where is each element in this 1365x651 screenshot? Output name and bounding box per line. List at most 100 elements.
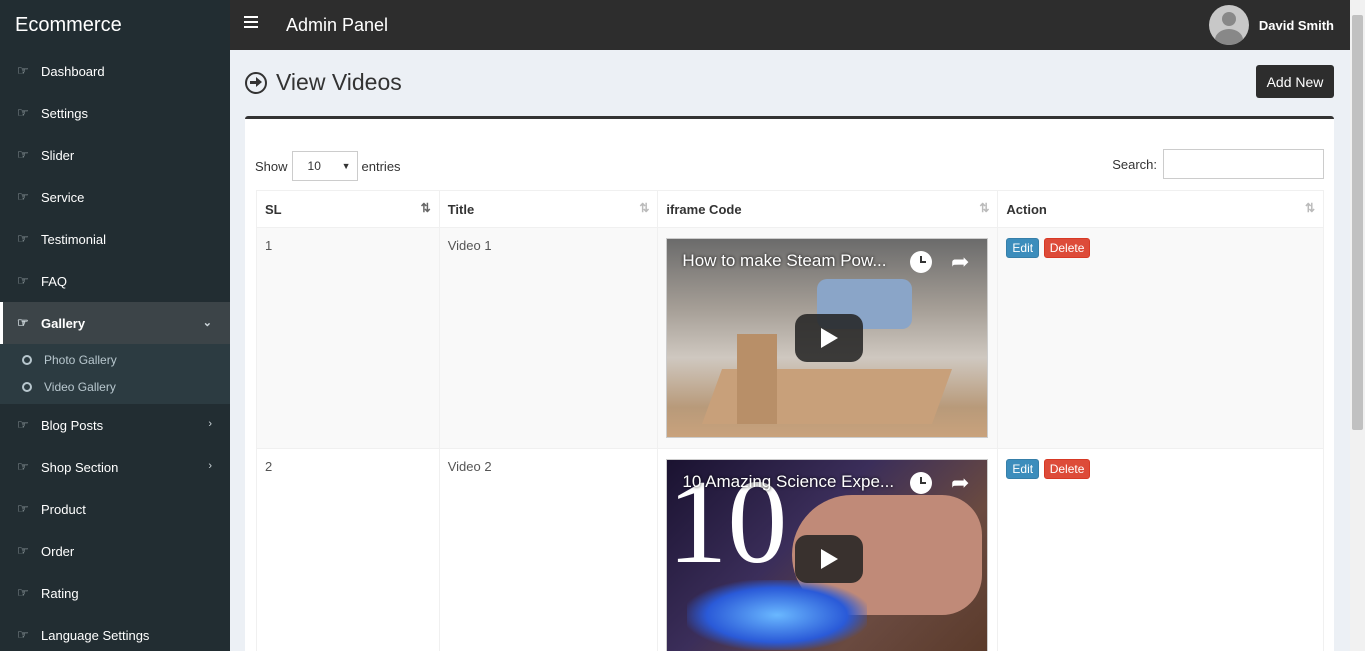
sidebar-item-label: Service — [41, 189, 85, 205]
entries-length-control: Show 10 ▼ entries — [255, 151, 401, 181]
share-icon[interactable]: ➦ — [951, 249, 969, 275]
sidebar-subitem-label: Video Gallery — [44, 379, 116, 394]
sidebar-item-shop-section[interactable]: ☞ Shop Section › — [0, 446, 230, 488]
hand-point-right-icon: ☞ — [17, 627, 29, 642]
share-icon[interactable]: ➦ — [951, 470, 969, 496]
sidebar-item-label: Shop Section — [41, 459, 119, 475]
search-control: Search: — [1112, 149, 1324, 179]
cell-iframe: How to make Steam Pow... ➦ — [657, 227, 999, 449]
brand-logo[interactable]: Ecommerce — [0, 0, 230, 50]
sidebar-item-label: Dashboard — [41, 63, 105, 79]
add-new-button[interactable]: Add New — [1256, 65, 1334, 98]
circle-icon — [22, 381, 32, 392]
sidebar-subitem-photo-gallery[interactable]: Photo Gallery — [0, 346, 230, 373]
sidebar-item-faq[interactable]: ☞ FAQ — [0, 260, 230, 302]
sidebar-item-slider[interactable]: ☞ Slider — [0, 134, 230, 176]
hand-point-right-icon: ☞ — [17, 63, 29, 78]
circle-icon — [22, 354, 32, 365]
sidebar-item-settings[interactable]: ☞ Settings — [0, 92, 230, 134]
edit-button[interactable]: Edit — [1006, 459, 1040, 479]
cell-action: Edit Delete — [997, 448, 1324, 651]
videos-table: SL ⇅ Title ⇅ iframe Code ⇅ Action ⇅ 1 Video … — [256, 190, 1324, 651]
sidebar-item-label: Settings — [41, 105, 88, 121]
chevron-right-icon: › — [208, 418, 212, 430]
cell-action: Edit Delete — [997, 227, 1324, 449]
hand-point-right-icon: ☞ — [17, 585, 29, 600]
caret-down-icon: ▼ — [341, 161, 351, 171]
column-header-title[interactable]: Title ⇅ — [438, 190, 659, 228]
chevron-right-icon: › — [208, 460, 212, 472]
sort-icon: ⇅ — [639, 201, 650, 215]
sidebar-item-blog-posts[interactable]: ☞ Blog Posts › — [0, 404, 230, 446]
sidebar-item-dashboard[interactable]: ☞ Dashboard — [0, 50, 230, 92]
hamburger-icon[interactable] — [244, 16, 258, 30]
page-title-text: View Videos — [276, 69, 402, 95]
page-scrollbar[interactable] — [1350, 0, 1365, 651]
video-title[interactable]: 10 Amazing Science Expe... — [682, 472, 894, 492]
sidebar: ☞ Dashboard ☞ Settings ☞ Slider ☞ Service ☞ T… — [0, 50, 230, 651]
top-bar: Ecommerce Admin Panel David Smith — [0, 0, 1365, 50]
sidebar-item-order[interactable]: ☞ Order — [0, 530, 230, 572]
sidebar-item-product[interactable]: ☞ Product — [0, 488, 230, 530]
page-title: View Videos — [245, 69, 402, 96]
cell-sl: 1 — [256, 227, 440, 449]
chevron-down-icon: ⌄ — [202, 317, 212, 329]
cell-iframe: 10 10 Amazing Science Expe... ➦ — [657, 448, 999, 651]
play-button[interactable] — [795, 535, 864, 583]
hand-point-right-icon: ☞ — [17, 105, 29, 120]
sidebar-subitem-video-gallery[interactable]: Video Gallery — [0, 373, 230, 400]
watch-later-icon[interactable] — [910, 251, 933, 273]
column-header-sl[interactable]: SL ⇅ — [256, 190, 440, 228]
sidebar-item-label: Order — [41, 543, 75, 559]
hand-point-right-icon: ☞ — [17, 543, 29, 558]
play-button[interactable] — [795, 314, 864, 362]
sidebar-item-label: FAQ — [41, 273, 68, 289]
user-name[interactable]: David Smith — [1259, 18, 1334, 33]
sidebar-item-gallery[interactable]: ☞ Gallery ⌄ — [0, 302, 230, 344]
sidebar-item-label: Rating — [41, 585, 79, 601]
video-embed[interactable]: How to make Steam Pow... ➦ — [666, 238, 989, 438]
cell-sl: 2 — [256, 448, 440, 651]
sidebar-item-testimonial[interactable]: ☞ Testimonial — [0, 218, 230, 260]
video-title[interactable]: How to make Steam Pow... — [682, 251, 886, 271]
hand-point-right-icon: ☞ — [17, 147, 29, 162]
sort-icon: ⇅ — [1304, 201, 1315, 215]
hand-point-right-icon: ☞ — [17, 189, 29, 204]
sort-asc-icon: ⇅ — [420, 201, 431, 215]
delete-button[interactable]: Delete — [1043, 238, 1091, 258]
watch-later-icon[interactable] — [910, 472, 933, 494]
search-label: Search: — [1112, 156, 1157, 172]
header-title: Admin Panel — [286, 15, 389, 35]
sidebar-item-label: Product — [41, 501, 86, 517]
sidebar-item-service[interactable]: ☞ Service — [0, 176, 230, 218]
sidebar-item-label: Language Settings — [41, 627, 150, 643]
entries-value: 10 — [307, 159, 321, 173]
table-row: 2 Video 2 10 10 Amazing Science Expe... … — [256, 448, 1324, 651]
gallery-submenu: Photo Gallery Video Gallery — [0, 344, 230, 404]
hand-point-right-icon: ☞ — [17, 315, 29, 330]
sidebar-item-language-settings[interactable]: ☞ Language Settings — [0, 614, 230, 651]
hand-point-right-icon: ☞ — [17, 501, 29, 516]
video-embed[interactable]: 10 10 Amazing Science Expe... ➦ — [666, 459, 989, 651]
user-menu[interactable]: David Smith — [1208, 5, 1334, 45]
avatar[interactable] — [1208, 5, 1249, 45]
entries-select[interactable]: 10 ▼ — [291, 151, 358, 181]
scrollbar-thumb[interactable] — [1352, 15, 1363, 430]
sort-icon: ⇅ — [979, 201, 990, 215]
sidebar-item-rating[interactable]: ☞ Rating — [0, 572, 230, 614]
cell-title: Video 1 — [438, 227, 659, 449]
column-header-iframe-code[interactable]: iframe Code ⇅ — [657, 190, 999, 228]
search-input[interactable] — [1163, 149, 1324, 179]
sidebar-subitem-label: Photo Gallery — [44, 352, 117, 367]
cell-title: Video 2 — [438, 448, 659, 651]
sidebar-item-label: Testimonial — [41, 231, 107, 247]
hand-point-right-icon: ☞ — [17, 231, 29, 246]
delete-button[interactable]: Delete — [1043, 459, 1091, 479]
sidebar-item-label: Blog Posts — [41, 417, 104, 433]
sidebar-item-label: Gallery — [41, 315, 86, 331]
hand-point-right-icon: ☞ — [17, 459, 29, 474]
content-box: Show 10 ▼ entries Search: SL ⇅ Title ⇅ ifr… — [245, 116, 1334, 651]
edit-button[interactable]: Edit — [1006, 238, 1040, 258]
hand-point-right-icon: ☞ — [17, 417, 29, 432]
column-header-action[interactable]: Action ⇅ — [997, 190, 1324, 228]
